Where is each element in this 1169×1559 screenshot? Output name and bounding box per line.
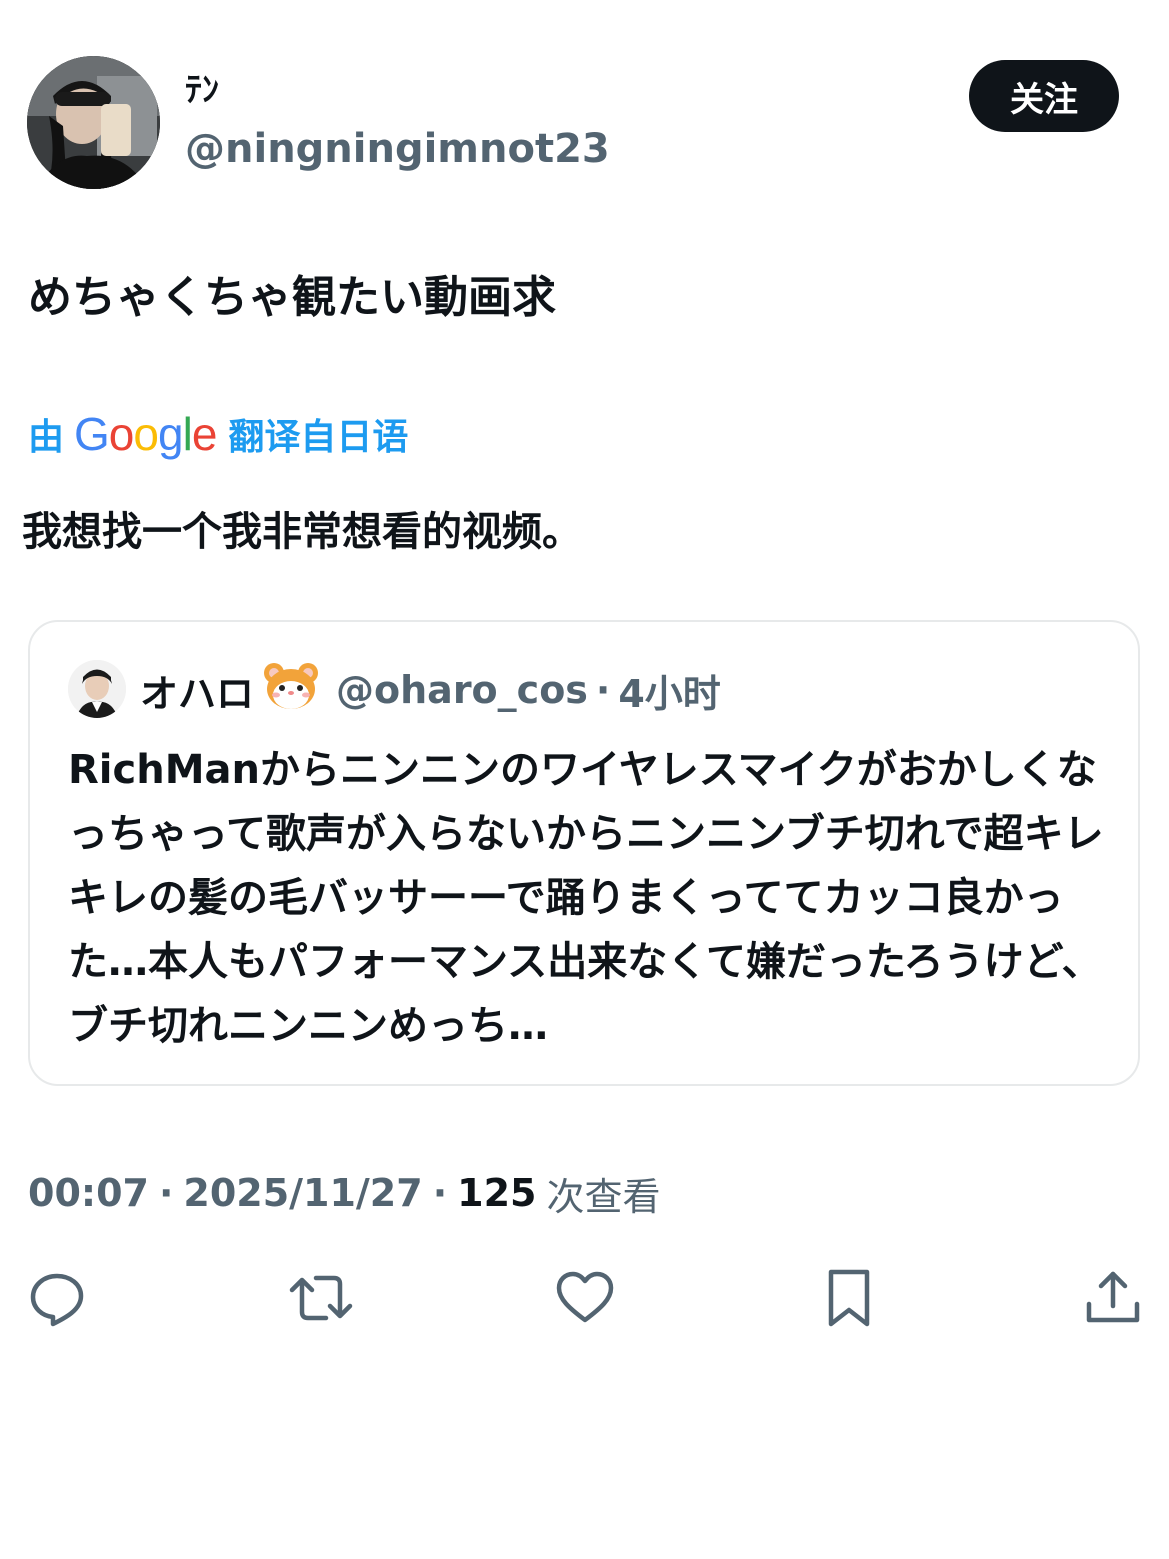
bookmark-icon [828,1269,870,1327]
follow-button[interactable]: 关注 [969,60,1119,132]
author-handle[interactable]: @ningningimnot23 [185,124,610,174]
like-button[interactable] [555,1268,615,1328]
quoted-tweet-header: オハロ @oharo_cos · 4小时 [140,662,721,718]
tweet-time[interactable]: 00:07 [28,1171,149,1215]
reply-icon [30,1273,84,1327]
bookmark-button[interactable] [819,1268,879,1328]
like-icon [556,1271,614,1323]
tweet-meta: 00:07 · 2025/11/27 · 125 次查看 [28,1165,660,1221]
reply-button[interactable] [27,1268,87,1328]
share-icon [1086,1271,1140,1323]
author-avatar[interactable] [27,56,160,189]
quoted-separator: · [595,668,611,712]
quoted-timestamp[interactable]: 4小时 [618,663,720,718]
quoted-author-avatar[interactable] [68,660,126,718]
share-button[interactable] [1083,1268,1143,1328]
translation-suffix: 翻译自日语 [228,417,409,458]
meta-separator: · [432,1171,448,1215]
retweet-icon [289,1275,353,1321]
meta-separator: · [158,1171,174,1215]
retweet-button[interactable] [288,1268,354,1328]
google-logo: Google [74,408,217,460]
translation-prefix: 由 [28,417,65,458]
quoted-display-name[interactable]: オハロ [140,663,254,718]
author-display-name[interactable]: ﾃﾝ [185,70,219,110]
translation-attribution[interactable]: 由 Google 翻译自日语 [28,404,408,464]
hamster-emoji-icon [262,661,320,720]
views-label: 次查看 [546,1174,661,1219]
tweet-date[interactable]: 2025/11/27 [183,1171,422,1215]
tweet-text: めちゃくちゃ観たい動画求 [28,272,556,323]
translated-text: 我想找一个我非常想看的视频。 [22,509,582,555]
quoted-tweet-text: RichManからニンニンのワイヤレスマイクがおかしくなっちゃって歌声が入らない… [68,747,1104,1049]
views-count: 125 [457,1171,537,1215]
quoted-handle[interactable]: @oharo_cos [336,668,588,712]
